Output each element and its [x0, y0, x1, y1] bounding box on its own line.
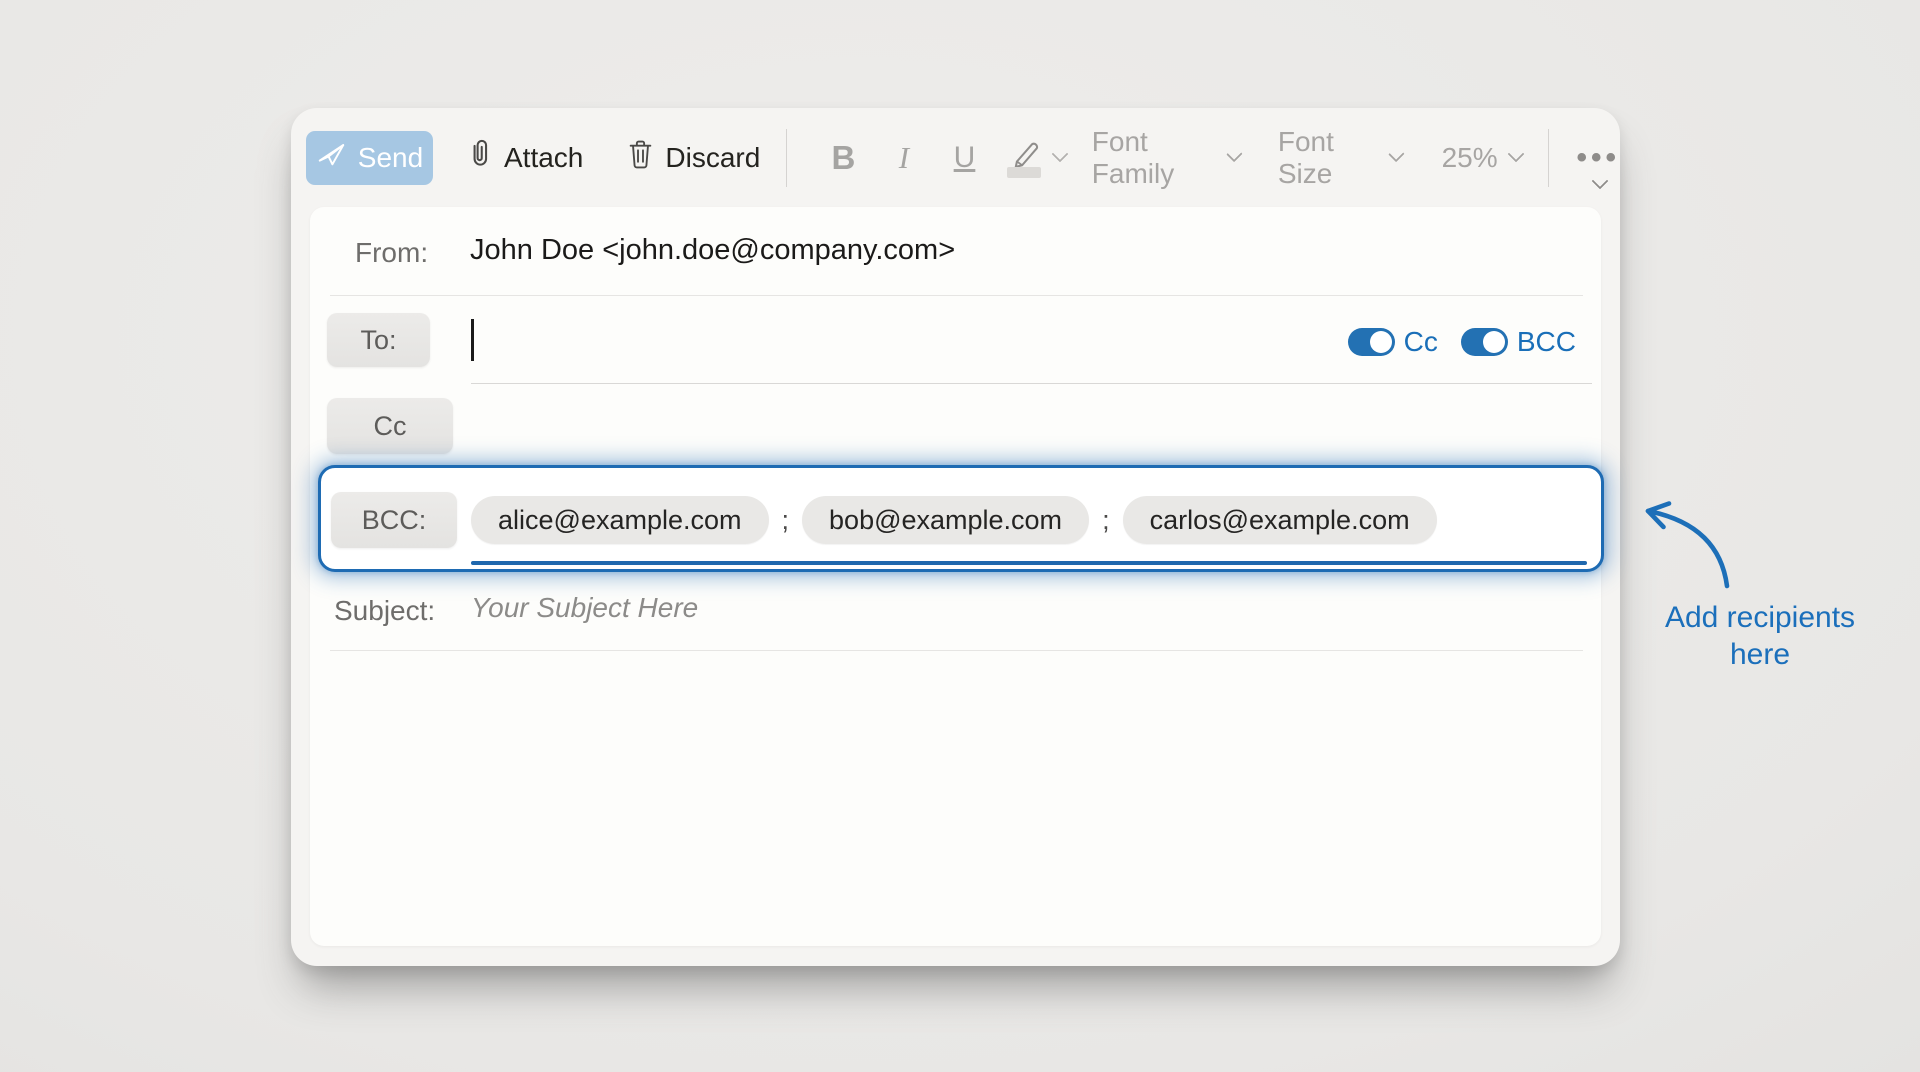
- to-input-underline: [471, 383, 1592, 384]
- discard-button[interactable]: Discard: [627, 138, 760, 177]
- message-body-area[interactable]: [330, 651, 1581, 931]
- chevron-down-icon: [1227, 146, 1243, 162]
- toolbar-divider: [1548, 129, 1549, 187]
- more-options-button[interactable]: •••: [1577, 141, 1621, 175]
- underline-button[interactable]: U: [946, 141, 983, 175]
- cc-toggle[interactable]: [1348, 328, 1395, 356]
- highlight-color-swatch: [1007, 167, 1041, 178]
- compose-form: From: John Doe <john.doe@company.com> To…: [310, 207, 1601, 946]
- from-label: From:: [355, 237, 428, 269]
- annotation-text: Add recipients here: [1655, 600, 1865, 673]
- bcc-label: BCC:: [362, 505, 427, 536]
- toggle-knob: [1483, 331, 1505, 353]
- bcc-toggle[interactable]: [1461, 328, 1508, 356]
- cc-toggle-label[interactable]: Cc: [1404, 326, 1438, 358]
- highlight-color-button[interactable]: [1009, 136, 1066, 180]
- bold-button[interactable]: B: [825, 139, 862, 177]
- chip-separator: ;: [1102, 505, 1110, 536]
- chevron-down-icon: [1388, 146, 1404, 162]
- font-size-label: Font Size: [1278, 126, 1379, 190]
- compose-toolbar: Send Attach Discard B I U: [291, 108, 1620, 207]
- bcc-recipient-chips: alice@example.com ; bob@example.com ; ca…: [471, 496, 1437, 544]
- subject-label: Subject:: [334, 595, 435, 627]
- italic-button[interactable]: I: [886, 140, 923, 176]
- to-field-button[interactable]: To:: [327, 313, 430, 367]
- from-value: John Doe <john.doe@company.com>: [470, 234, 955, 267]
- cc-field-button[interactable]: Cc: [327, 398, 453, 454]
- chevron-down-icon: [1592, 173, 1609, 190]
- attach-button[interactable]: Attach: [467, 137, 583, 178]
- paperclip-icon: [467, 137, 493, 178]
- recipient-toggles: Cc BCC: [1348, 326, 1576, 358]
- toolbar-divider: [786, 129, 787, 187]
- bcc-toggle-label[interactable]: BCC: [1517, 326, 1576, 358]
- compose-window: Send Attach Discard B I U: [291, 108, 1620, 966]
- recipient-chip[interactable]: carlos@example.com: [1123, 496, 1437, 544]
- row-divider: [330, 295, 1583, 296]
- bcc-field-button[interactable]: BCC:: [331, 492, 457, 548]
- recipient-chip[interactable]: alice@example.com: [471, 496, 769, 544]
- discard-label: Discard: [665, 142, 760, 174]
- annotation-arrow-icon: [1630, 492, 1745, 602]
- highlighter-pen-icon: [1009, 136, 1045, 180]
- chevron-down-icon: [1051, 146, 1068, 163]
- send-label: Send: [358, 142, 423, 174]
- zoom-level-value: 25%: [1442, 142, 1498, 174]
- trash-icon: [627, 138, 654, 177]
- send-button[interactable]: Send: [306, 131, 433, 185]
- zoom-level-dropdown[interactable]: 25%: [1442, 142, 1522, 174]
- subject-input-placeholder[interactable]: Your Subject Here: [471, 592, 698, 624]
- font-family-label: Font Family: [1092, 126, 1218, 190]
- chip-separator: ;: [782, 505, 790, 536]
- send-icon: [316, 139, 346, 176]
- to-label: To:: [360, 325, 396, 356]
- recipient-chip[interactable]: bob@example.com: [802, 496, 1089, 544]
- font-family-dropdown[interactable]: Font Family: [1092, 126, 1240, 190]
- font-size-dropdown[interactable]: Font Size: [1278, 126, 1402, 190]
- toggle-knob: [1370, 331, 1392, 353]
- chevron-down-icon: [1507, 146, 1524, 163]
- attach-label: Attach: [504, 142, 583, 174]
- collapse-toolbar-button[interactable]: [1594, 174, 1606, 192]
- bcc-field-highlighted[interactable]: BCC: alice@example.com ; bob@example.com…: [318, 465, 1604, 572]
- cc-label: Cc: [374, 411, 407, 442]
- bcc-input-underline: [471, 561, 1587, 565]
- text-cursor: [471, 319, 474, 361]
